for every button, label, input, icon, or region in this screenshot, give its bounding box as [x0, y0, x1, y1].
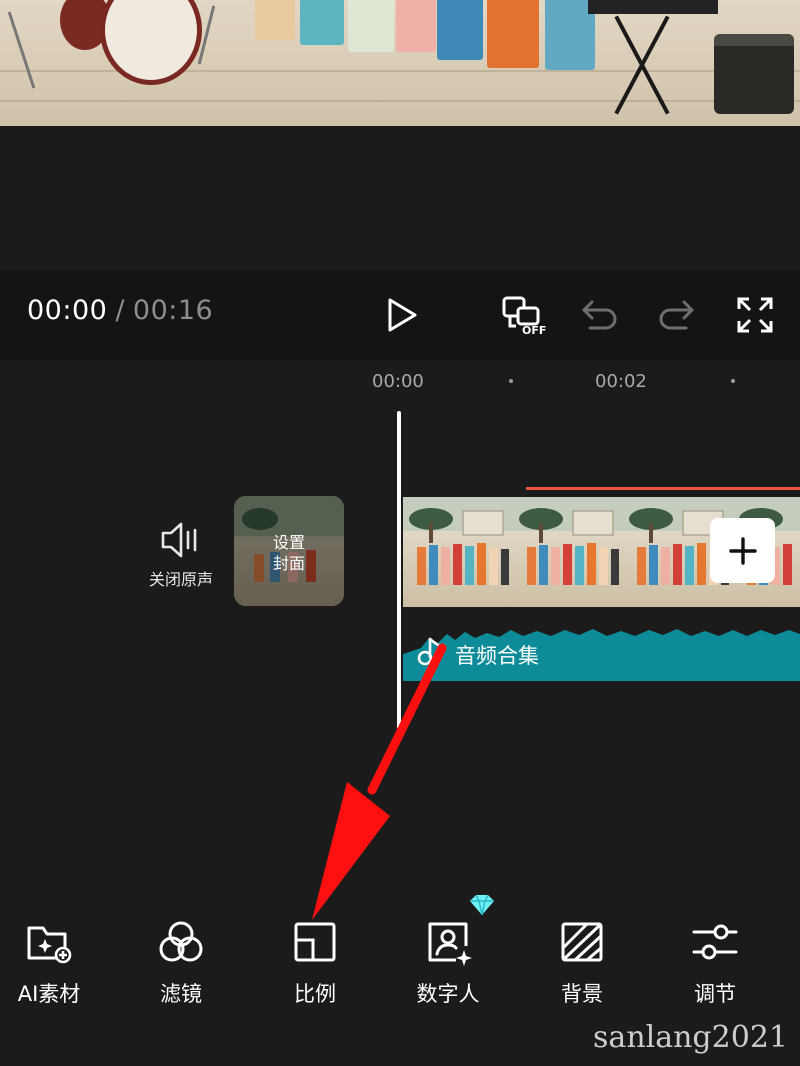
filter-label: 滤镜: [160, 982, 202, 1006]
time-display: 00:00/00:16: [27, 295, 213, 326]
ruler-mark-0: 00:00: [372, 371, 424, 392]
adjust-label: 调节: [694, 982, 736, 1006]
fullscreen-icon: [737, 297, 773, 333]
set-cover-button[interactable]: 设置 封面: [234, 496, 344, 606]
add-clip-button[interactable]: [710, 518, 775, 583]
mute-original-audio-button[interactable]: 关闭原声: [142, 518, 220, 590]
ruler-dot: [731, 379, 735, 383]
add-icon: [728, 536, 757, 565]
thumbnail-frame: [513, 497, 623, 585]
ruler-mark-2: 00:02: [595, 371, 647, 392]
play-icon: [388, 298, 417, 332]
redo-button[interactable]: [656, 296, 696, 338]
toolbar-item-background[interactable]: 背景: [527, 912, 637, 1012]
toolbar-item-aspect-ratio[interactable]: 比例: [260, 912, 370, 1012]
time-separator: /: [115, 295, 125, 326]
play-button[interactable]: [382, 296, 420, 338]
filter-icon: [159, 921, 203, 962]
cymbal-stand: [7, 11, 36, 89]
figure: [300, 0, 344, 45]
background-label: 背景: [561, 982, 603, 1006]
thumbnail-frame: [403, 497, 513, 585]
set-cover-label-line2: 封面: [272, 554, 305, 573]
background-icon: [561, 922, 603, 962]
adjust-icon: [692, 924, 738, 960]
figure: [255, 0, 295, 40]
digital-human-icon: [428, 922, 472, 966]
current-time: 00:00: [27, 295, 108, 326]
clip-marker-line: [526, 487, 800, 490]
music-note-icon: [417, 637, 442, 666]
mute-label: 关闭原声: [148, 570, 213, 589]
set-cover-label-line1: 设置: [272, 533, 305, 552]
figure: [487, 0, 539, 68]
video-editor-screen: 00:00/00:16 OFF 00:00 00:02 关闭原声 设置 封面 音…: [0, 0, 800, 1066]
aspect-ratio-icon: [294, 922, 336, 962]
speaker-icon: [161, 522, 197, 558]
ruler-dot: [509, 379, 513, 383]
digital-human-label: 数字人: [416, 982, 480, 1006]
total-time: 00:16: [132, 295, 214, 326]
floor-line: [0, 100, 800, 102]
toolbar-item-digital-human[interactable]: 数字人: [393, 912, 503, 1012]
sync-off-icon: OFF: [502, 296, 546, 337]
set-cover-label: 设置 封面: [234, 532, 344, 574]
diamond-icon: [470, 894, 494, 916]
svg-text:OFF: OFF: [522, 324, 546, 336]
undo-button[interactable]: [580, 296, 620, 338]
amplifier-shape: [714, 34, 794, 114]
toolbar-item-ai-material[interactable]: AI素材: [0, 912, 104, 1012]
figure: [348, 0, 394, 52]
audio-track-label: 音频合集: [455, 644, 539, 668]
amplifier-top: [714, 34, 794, 46]
fullscreen-button[interactable]: [736, 296, 774, 338]
toolbar-item-filter[interactable]: 滤镜: [126, 912, 236, 1012]
toolbar-item-adjust[interactable]: 调节: [660, 912, 770, 1012]
redo-icon: [659, 300, 694, 330]
video-preview[interactable]: [0, 0, 800, 126]
ai-material-icon: [27, 926, 72, 964]
undo-icon: [582, 300, 617, 330]
sync-off-button[interactable]: OFF: [500, 294, 548, 340]
figure: [396, 0, 436, 52]
ai-material-label: AI素材: [17, 982, 81, 1006]
bass-drum-shape: [100, 0, 202, 85]
playhead[interactable]: [397, 411, 401, 729]
keyboard-shape: [588, 0, 718, 14]
aspect-ratio-label: 比例: [294, 982, 336, 1006]
watermark: sanlang2021: [593, 1020, 788, 1055]
figure: [437, 0, 483, 60]
